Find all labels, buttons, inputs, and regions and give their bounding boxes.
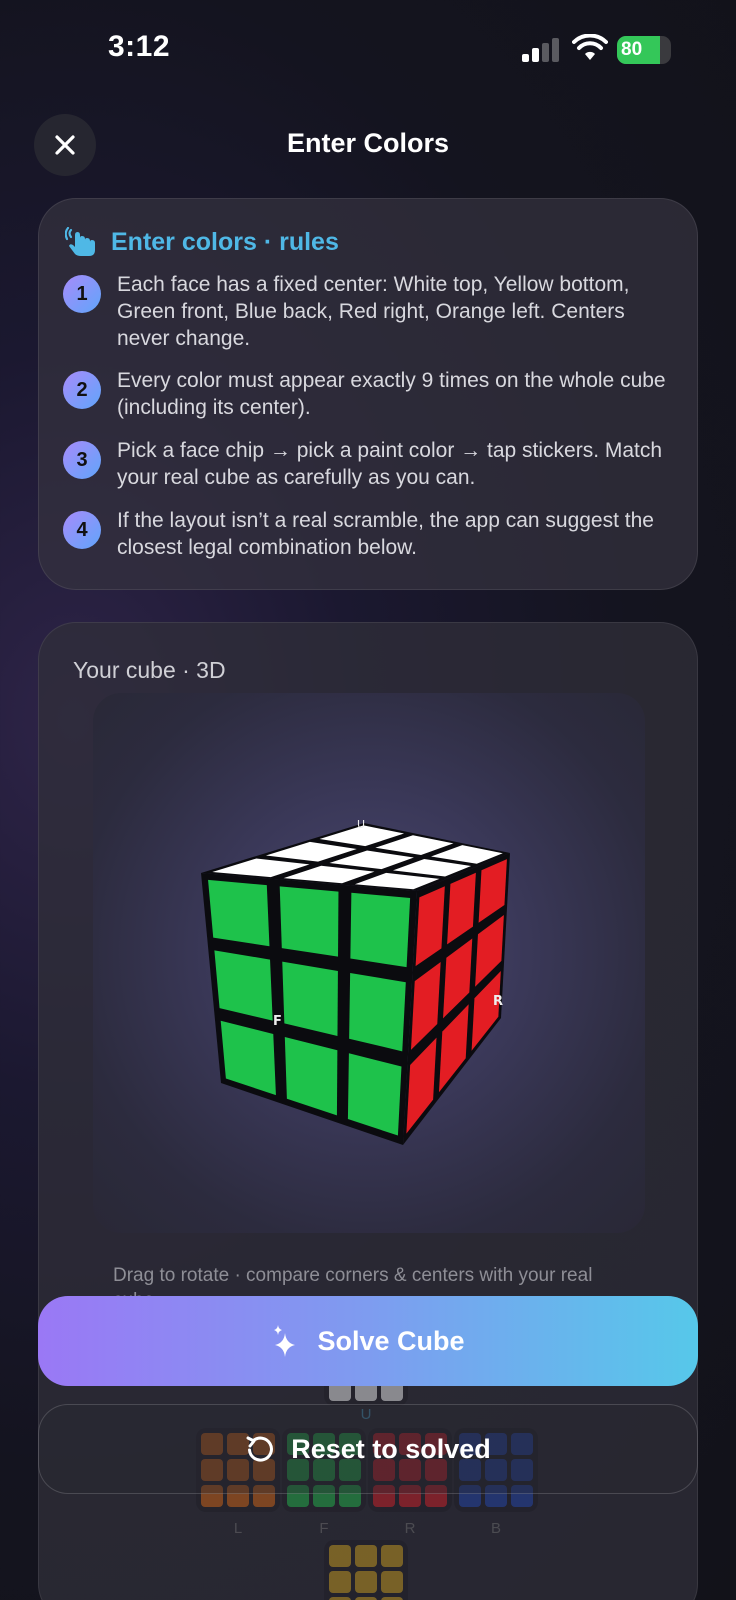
net-sticker[interactable] (355, 1545, 377, 1567)
face-label-top: U (357, 818, 365, 831)
net-face-down[interactable] (324, 1540, 408, 1600)
net-label-front: F (319, 1520, 329, 1537)
status-bar: 3:12 80 (0, 0, 736, 100)
front-sticker[interactable] (350, 892, 411, 968)
net-sticker[interactable] (381, 1571, 403, 1593)
rule-text: If the layout isn’t a real scramble, the… (117, 509, 654, 559)
rule-number: 1 (63, 275, 101, 313)
wifi-icon (572, 34, 608, 60)
rule-text: Pick a face chip → pick a paint color → … (117, 439, 663, 489)
rule-item: 2 Every color must appear exactly 9 time… (63, 367, 683, 421)
net-label-right: R (404, 1520, 416, 1537)
front-sticker[interactable] (282, 961, 338, 1036)
net-sticker[interactable] (329, 1545, 351, 1567)
cube-3d-viewport[interactable]: U F R (93, 693, 645, 1233)
rules-card: Enter colors · rules 1 Each face has a f… (38, 198, 698, 590)
sparkles-icon (274, 1325, 296, 1357)
rule-item: 3 Pick a face chip → pick a paint color … (63, 437, 683, 491)
net-label-left: L (233, 1520, 243, 1537)
rule-item: 1 Each face has a fixed center: White to… (63, 271, 683, 352)
front-sticker[interactable] (279, 886, 339, 957)
battery-indicator: 80 (617, 36, 671, 64)
solve-cube-label: Solve Cube (317, 1325, 465, 1356)
reset-to-solved-button[interactable]: Reset to solved (38, 1404, 698, 1494)
rule-text: Every color must appear exactly 9 times … (117, 369, 666, 419)
battery-percent: 80 (621, 39, 643, 60)
reset-icon (246, 1436, 274, 1462)
solve-cube-button[interactable]: Solve Cube (38, 1296, 698, 1386)
front-sticker[interactable] (208, 879, 270, 947)
hand-tap-icon (65, 227, 95, 256)
cube-title: Your cube · 3D (73, 657, 226, 683)
front-sticker[interactable] (349, 972, 406, 1052)
rule-number: 4 (63, 511, 101, 549)
rules-title: Enter colors · rules (111, 227, 339, 256)
net-label-back: B (490, 1520, 501, 1537)
net-sticker[interactable] (381, 1545, 403, 1567)
rule-number: 2 (63, 371, 101, 409)
face-label-front: F (273, 1014, 282, 1029)
net-sticker[interactable] (355, 1571, 377, 1593)
signal-icon (522, 38, 559, 62)
page-title: Enter Colors (286, 128, 450, 158)
rule-number: 3 (63, 441, 101, 479)
face-label-right: R (493, 994, 503, 1009)
rules-header: Enter colors · rules (65, 225, 339, 259)
rule-item: 4 If the layout isn’t a real scramble, t… (63, 507, 683, 561)
reset-to-solved-label: Reset to solved (291, 1433, 491, 1464)
net-sticker[interactable] (329, 1571, 351, 1593)
cube-3d-render[interactable]: U F R (93, 693, 645, 1233)
rule-text: Each face has a fixed center: White top,… (117, 273, 630, 350)
status-time: 3:12 (108, 30, 171, 63)
